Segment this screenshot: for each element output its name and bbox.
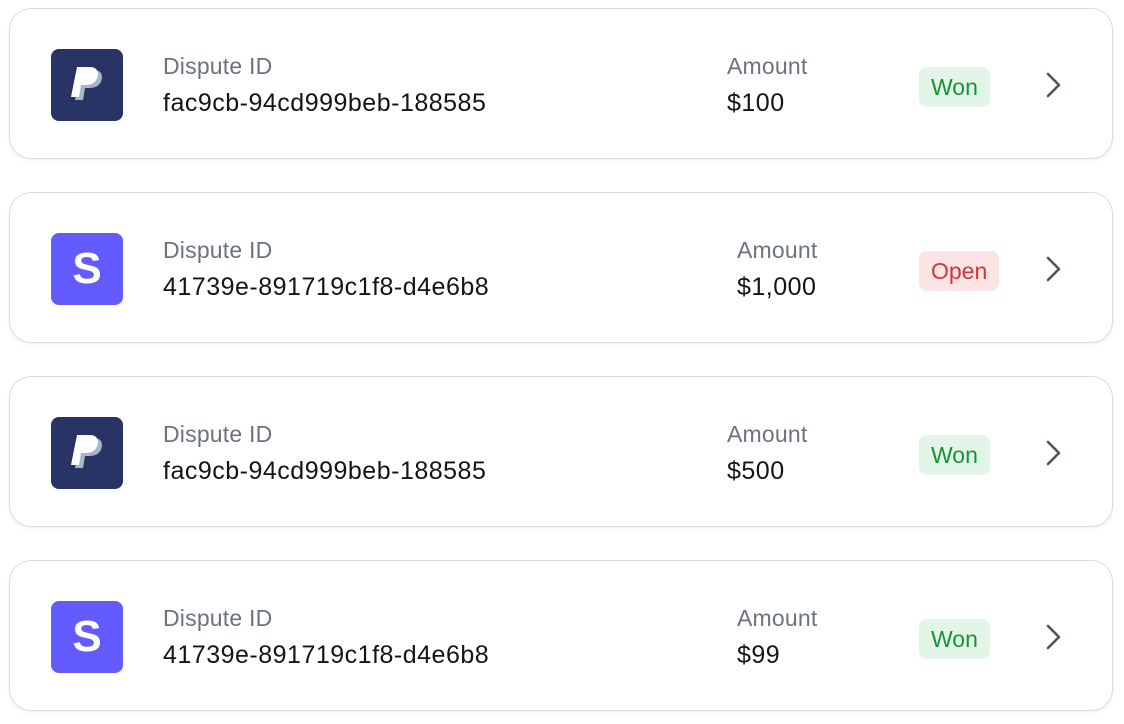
dispute-id-value: fac9cb-94cd999beb-188585 — [163, 457, 487, 485]
amount-label: Amount — [727, 53, 808, 79]
dispute-id-value: fac9cb-94cd999beb-188585 — [163, 89, 487, 117]
dispute-id-value: 41739e-891719c1f8-d4e6b8 — [163, 641, 490, 669]
chevron-right-icon[interactable] — [1044, 71, 1064, 99]
stripe-logo-icon: S — [51, 601, 123, 673]
paypal-logo-icon — [51, 417, 123, 489]
status-badge: Open — [919, 251, 1000, 291]
amount-value: $500 — [727, 457, 785, 485]
status-badge: Won — [919, 435, 990, 475]
amount-label: Amount — [727, 421, 808, 447]
chevron-right-icon[interactable] — [1044, 255, 1064, 283]
amount-value: $1,000 — [737, 273, 817, 301]
chevron-right-icon[interactable] — [1044, 439, 1064, 467]
status-badge: Won — [919, 619, 990, 659]
amount-value: $99 — [737, 641, 781, 669]
amount-label: Amount — [737, 605, 818, 631]
stripe-logo-icon: S — [51, 233, 123, 305]
dispute-card[interactable]: Dispute ID fac9cb-94cd999beb-188585 Amou… — [9, 8, 1113, 159]
dispute-id-value: 41739e-891719c1f8-d4e6b8 — [163, 273, 490, 301]
chevron-right-icon[interactable] — [1044, 623, 1064, 651]
svg-text:S: S — [72, 247, 101, 291]
dispute-card[interactable]: S Dispute ID 41739e-891719c1f8-d4e6b8 Am… — [9, 560, 1113, 711]
svg-text:S: S — [72, 615, 101, 659]
dispute-id-label: Dispute ID — [163, 237, 273, 263]
amount-value: $100 — [727, 89, 785, 117]
dispute-list: Dispute ID fac9cb-94cd999beb-188585 Amou… — [0, 0, 1124, 724]
dispute-card[interactable]: Dispute ID fac9cb-94cd999beb-188585 Amou… — [9, 376, 1113, 527]
status-badge: Won — [919, 67, 990, 107]
dispute-card[interactable]: S Dispute ID 41739e-891719c1f8-d4e6b8 Am… — [9, 192, 1113, 343]
paypal-logo-icon — [51, 49, 123, 121]
dispute-id-label: Dispute ID — [163, 421, 273, 447]
dispute-id-label: Dispute ID — [163, 605, 273, 631]
amount-label: Amount — [737, 237, 818, 263]
dispute-id-label: Dispute ID — [163, 53, 273, 79]
